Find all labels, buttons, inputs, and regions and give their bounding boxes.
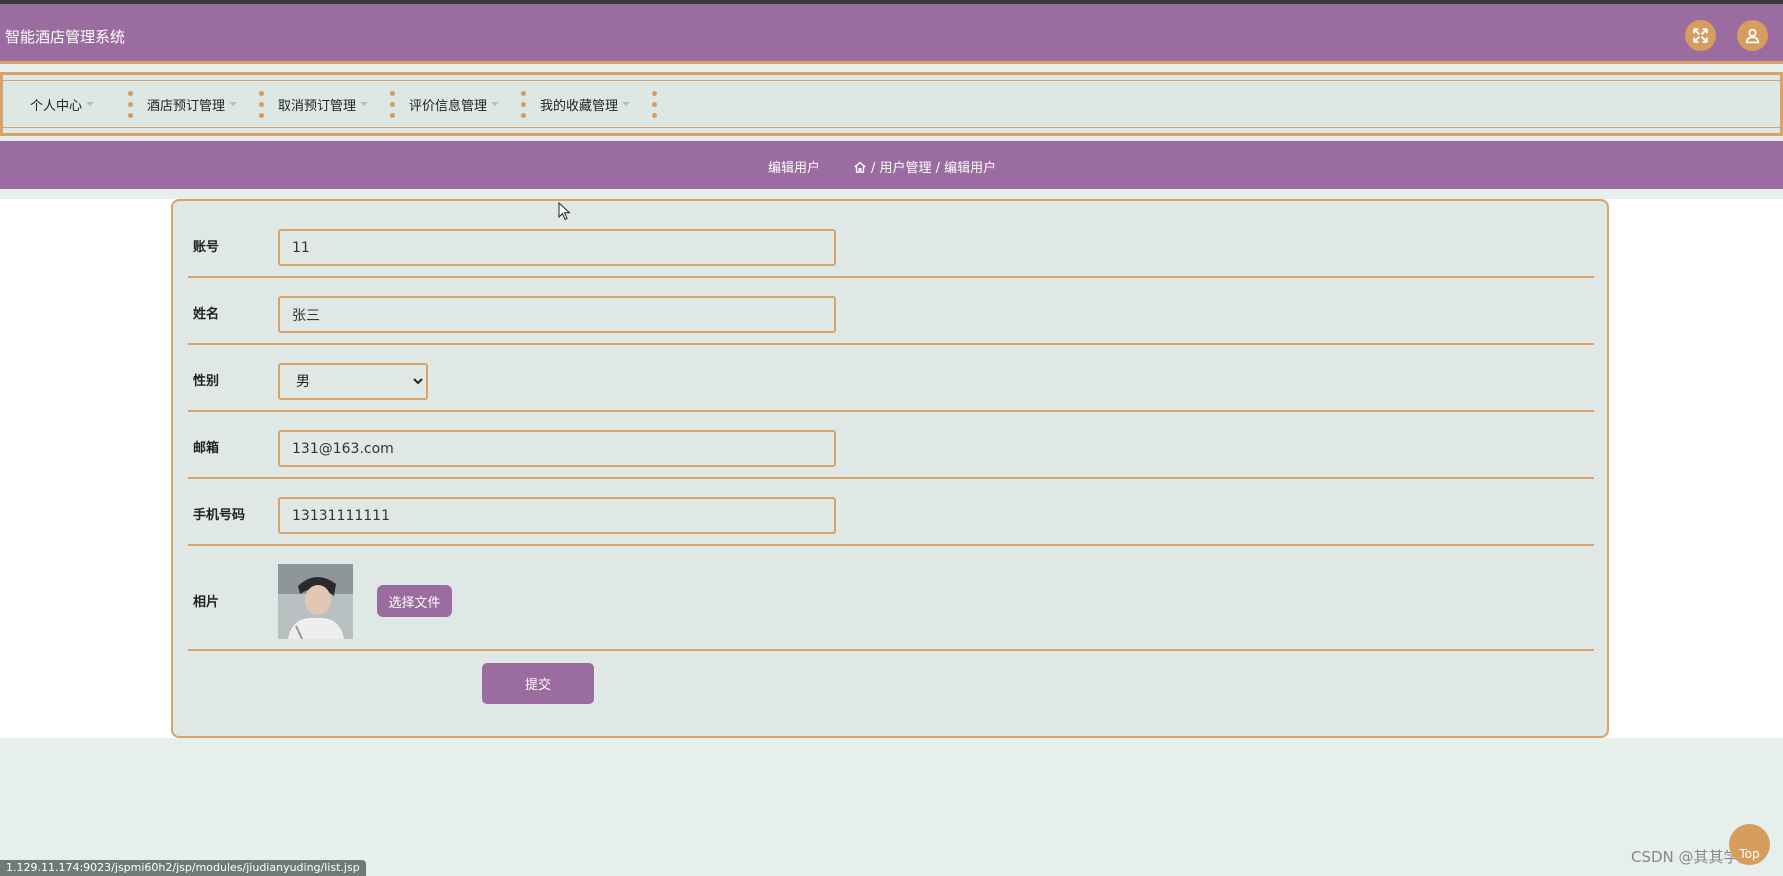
app-title: 智能酒店管理系统 [5, 28, 126, 46]
nav-separator [128, 91, 134, 119]
nav-separator [259, 91, 265, 119]
submit-button[interactable]: 提交 [482, 663, 594, 704]
nav-item-label: 我的收藏管理 [540, 98, 619, 114]
account-input[interactable] [278, 229, 836, 266]
browser-status-url: 1.129.11.174:9023/jspmi60h2/jsp/modules/… [0, 860, 366, 876]
name-input[interactable] [278, 296, 836, 333]
caret-down-icon [360, 102, 369, 106]
caret-down-icon [86, 102, 95, 106]
caret-down-icon [229, 102, 238, 106]
nav-item-favorites[interactable]: 我的收藏管理 [540, 81, 631, 127]
form-row-gender: 性别 男 [188, 345, 1594, 412]
choose-file-button[interactable]: 选择文件 [377, 585, 452, 617]
email-input[interactable] [278, 430, 836, 467]
edit-user-form: 账号 姓名 性别 男 邮箱 手机号码 相片 选择文件 [171, 199, 1609, 738]
nav-inner: 个人中心 酒店预订管理 取消预订管理 评价信息管理 我的收藏管理 [3, 80, 1780, 128]
nav-item-review-management[interactable]: 评价信息管理 [409, 81, 500, 127]
form-row-phone: 手机号码 [188, 479, 1594, 546]
breadcrumb-bar: 编辑用户 / 用户管理 / 编辑用户 [0, 141, 1783, 189]
user-menu-button[interactable] [1737, 20, 1768, 51]
nav-separator [390, 91, 396, 119]
form-row-email: 邮箱 [188, 412, 1594, 479]
back-to-top-button[interactable]: Top [1729, 824, 1770, 865]
expand-icon [1693, 28, 1708, 43]
nav-item-hotel-booking[interactable]: 酒店预订管理 [147, 81, 238, 127]
caret-down-icon [491, 102, 500, 106]
nav-item-cancel-booking[interactable]: 取消预订管理 [278, 81, 369, 127]
fullscreen-button[interactable] [1685, 20, 1716, 51]
form-row-name: 姓名 [188, 278, 1594, 345]
phone-input[interactable] [278, 497, 836, 534]
user-photo [278, 564, 353, 639]
nav-item-label: 酒店预订管理 [147, 98, 226, 114]
nav-item-label: 取消预订管理 [278, 98, 357, 114]
caret-down-icon [622, 102, 631, 106]
form-row-photo: 相片 选择文件 [188, 546, 1594, 651]
name-label: 姓名 [193, 307, 220, 322]
photo-label: 相片 [193, 595, 220, 610]
nav-separator [521, 91, 527, 119]
nav-item-label: 评价信息管理 [409, 98, 488, 114]
page-title: 编辑用户 [768, 161, 821, 176]
account-label: 账号 [193, 240, 220, 255]
user-icon [1745, 28, 1760, 44]
nav-item-label: 个人中心 [30, 98, 83, 114]
breadcrumb: / 用户管理 / 编辑用户 [853, 157, 996, 176]
gender-label: 性别 [193, 374, 220, 389]
email-label: 邮箱 [193, 441, 220, 456]
app-header: 智能酒店管理系统 [0, 4, 1783, 64]
phone-label: 手机号码 [193, 508, 246, 523]
nav-separator [652, 91, 658, 119]
nav-item-personal-center[interactable]: 个人中心 [30, 81, 95, 127]
form-row-account: 账号 [188, 201, 1594, 278]
breadcrumb-path[interactable]: / 用户管理 / 编辑用户 [871, 157, 996, 176]
mouse-cursor-icon [558, 202, 571, 221]
gender-select[interactable]: 男 [278, 363, 428, 400]
home-icon[interactable] [853, 160, 867, 174]
main-nav: 个人中心 酒店预订管理 取消预订管理 评价信息管理 我的收藏管理 [0, 72, 1783, 136]
